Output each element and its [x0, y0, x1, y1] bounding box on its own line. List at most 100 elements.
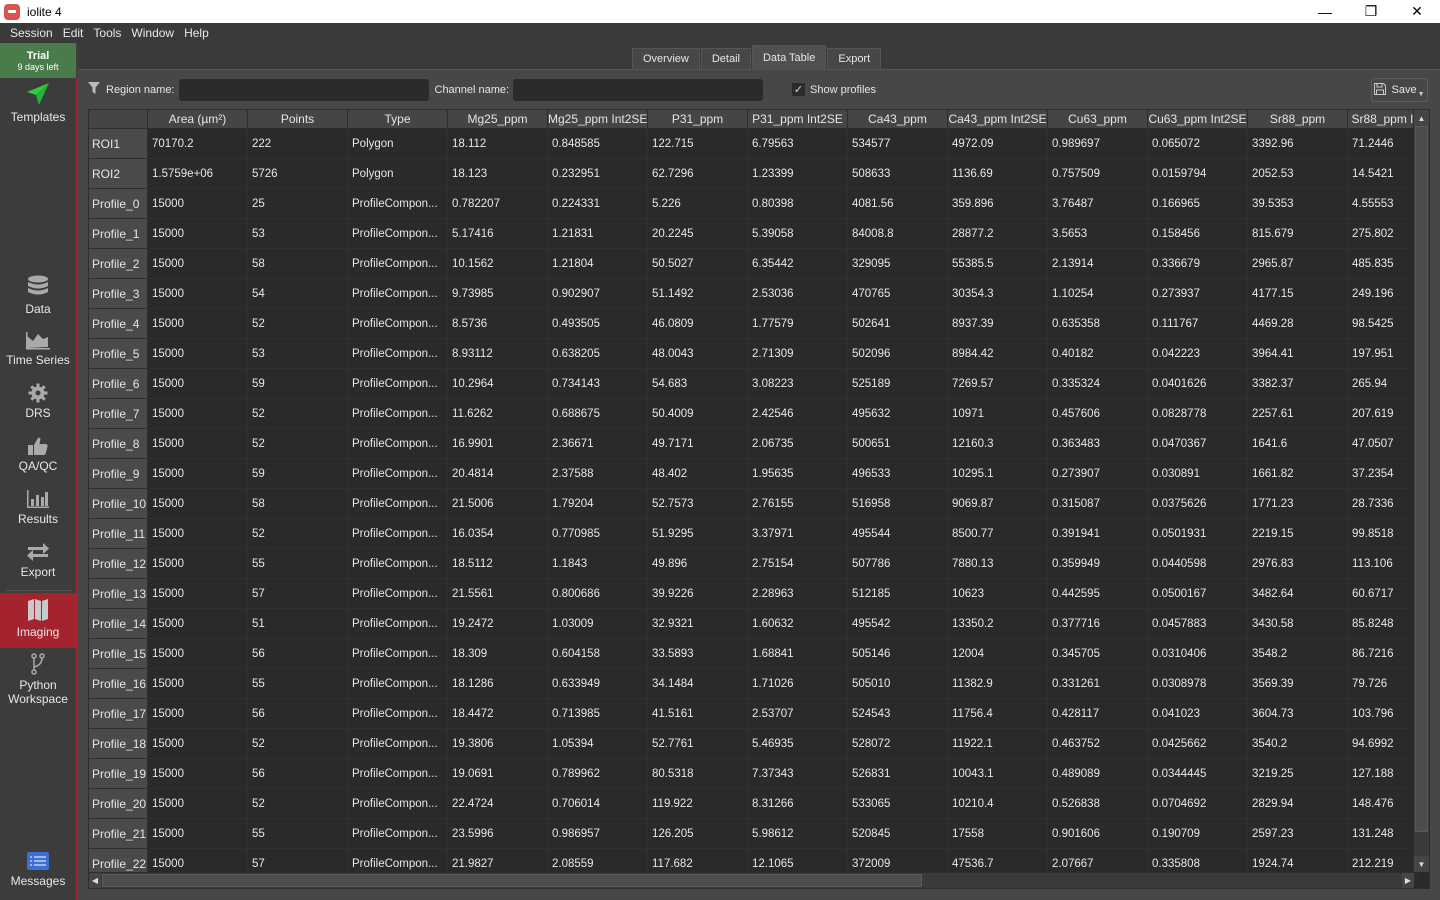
table-cell[interactable]: 2.36671 — [548, 429, 648, 459]
column-header[interactable]: Cu63_ppm Int2SE — [1148, 110, 1248, 129]
table-cell[interactable]: 0.0308978 — [1148, 669, 1248, 699]
table-cell[interactable]: 52 — [248, 789, 348, 819]
table-cell[interactable]: 2.42546 — [748, 399, 848, 429]
table-cell[interactable]: 2.06735 — [748, 429, 848, 459]
table-cell[interactable]: 4081.56 — [848, 189, 948, 219]
table-cell[interactable]: 8.93112 — [448, 339, 548, 369]
table-row[interactable]: ROI1 70170.2 222 Polygon 18.112 0.848585 122.7… — [89, 129, 1418, 159]
table-cell[interactable]: ProfileCompon... — [348, 219, 448, 249]
column-header[interactable]: Ca43_ppm — [848, 110, 948, 129]
table-cell[interactable]: 2052.53 — [1248, 159, 1348, 189]
table-cell[interactable]: 495632 — [848, 399, 948, 429]
table-cell[interactable]: 815.679 — [1248, 219, 1348, 249]
table-cell[interactable]: 508633 — [848, 159, 948, 189]
table-cell[interactable]: 11.6262 — [448, 399, 548, 429]
table-cell[interactable]: 79.726 — [1348, 669, 1418, 699]
table-cell[interactable]: 0.713985 — [548, 699, 648, 729]
table-cell[interactable]: 10.2964 — [448, 369, 548, 399]
table-cell[interactable]: 18.4472 — [448, 699, 548, 729]
table-cell[interactable]: 0.902907 — [548, 279, 648, 309]
table-cell[interactable]: ProfileCompon... — [348, 819, 448, 849]
table-cell[interactable]: 8.5736 — [448, 309, 548, 339]
table-cell[interactable]: 1.68841 — [748, 639, 848, 669]
table-cell[interactable]: 57 — [248, 579, 348, 609]
table-cell[interactable]: 15000 — [148, 369, 248, 399]
table-cell[interactable]: 52 — [248, 429, 348, 459]
table-cell[interactable]: 2.71309 — [748, 339, 848, 369]
table-cell[interactable]: ProfileCompon... — [348, 549, 448, 579]
table-cell[interactable]: 37.2354 — [1348, 459, 1418, 489]
scroll-down-icon[interactable]: ▼ — [1414, 856, 1429, 872]
table-cell[interactable]: 1.21831 — [548, 219, 648, 249]
sidebar-item-data[interactable]: Data — [0, 275, 76, 316]
table-cell[interactable]: 10295.1 — [948, 459, 1048, 489]
table-cell[interactable]: 533065 — [848, 789, 948, 819]
table-cell[interactable]: 0.224331 — [548, 189, 648, 219]
table-cell[interactable]: 15000 — [148, 339, 248, 369]
sidebar-item-drs[interactable]: DRS — [0, 383, 76, 420]
table-cell[interactable]: 33.5893 — [648, 639, 748, 669]
table-cell[interactable]: 0.0457883 — [1148, 609, 1248, 639]
menu-window[interactable]: Window — [126, 26, 179, 40]
table-cell[interactable]: 148.476 — [1348, 789, 1418, 819]
table-cell[interactable]: 7.37343 — [748, 759, 848, 789]
table-cell[interactable]: 18.123 — [448, 159, 548, 189]
table-cell[interactable]: 8500.77 — [948, 519, 1048, 549]
table-cell[interactable]: 3548.2 — [1248, 639, 1348, 669]
table-cell[interactable]: 3392.96 — [1248, 129, 1348, 159]
row-header[interactable]: Profile_1 — [89, 219, 148, 249]
column-header[interactable]: Mg25_ppm — [448, 110, 548, 129]
table-cell[interactable]: 103.796 — [1348, 699, 1418, 729]
table-cell[interactable]: 0.0501931 — [1148, 519, 1248, 549]
table-row[interactable]: Profile_13 15000 57 ProfileCompon... 21.5561… — [89, 579, 1418, 609]
table-cell[interactable]: 3219.25 — [1248, 759, 1348, 789]
table-cell[interactable]: 15000 — [148, 669, 248, 699]
row-header[interactable]: ROI1 — [89, 129, 148, 159]
table-cell[interactable]: 15000 — [148, 729, 248, 759]
tab-detail[interactable]: Detail — [700, 48, 751, 69]
table-cell[interactable]: 2257.61 — [1248, 399, 1348, 429]
column-header[interactable]: P31_ppm — [648, 110, 748, 129]
table-cell[interactable]: 52 — [248, 399, 348, 429]
table-cell[interactable]: 3382.37 — [1248, 369, 1348, 399]
table-cell[interactable]: 4.55553 — [1348, 189, 1418, 219]
table-cell[interactable]: 1.60632 — [748, 609, 848, 639]
table-cell[interactable]: 1.03009 — [548, 609, 648, 639]
table-cell[interactable]: 2829.94 — [1248, 789, 1348, 819]
table-cell[interactable]: 19.0691 — [448, 759, 548, 789]
table-cell[interactable]: 56 — [248, 759, 348, 789]
table-cell[interactable]: 0.800686 — [548, 579, 648, 609]
table-cell[interactable]: ProfileCompon... — [348, 429, 448, 459]
table-row[interactable]: Profile_10 15000 58 ProfileCompon... 21.5006… — [89, 489, 1418, 519]
table-cell[interactable]: 0.463752 — [1048, 729, 1148, 759]
table-cell[interactable]: 51 — [248, 609, 348, 639]
table-cell[interactable]: 0.111767 — [1148, 309, 1248, 339]
table-cell[interactable]: 528072 — [848, 729, 948, 759]
table-cell[interactable]: 1.1843 — [548, 549, 648, 579]
table-cell[interactable]: 54 — [248, 279, 348, 309]
table-cell[interactable]: 1.95635 — [748, 459, 848, 489]
table-cell[interactable]: 11756.4 — [948, 699, 1048, 729]
table-cell[interactable]: 0.0375626 — [1148, 489, 1248, 519]
trial-badge[interactable]: Trial 9 days left — [0, 43, 76, 78]
close-button[interactable]: ✕ — [1394, 0, 1440, 23]
maximize-button[interactable]: ❐ — [1348, 0, 1394, 23]
table-cell[interactable]: 59 — [248, 369, 348, 399]
table-cell[interactable]: 0.604158 — [548, 639, 648, 669]
table-cell[interactable]: 0.757509 — [1048, 159, 1148, 189]
table-cell[interactable]: 10210.4 — [948, 789, 1048, 819]
table-cell[interactable]: 11382.9 — [948, 669, 1048, 699]
sidebar-item-qaqc[interactable]: QA/QC — [0, 436, 76, 473]
table-cell[interactable]: 3569.39 — [1248, 669, 1348, 699]
table-cell[interactable]: 49.7171 — [648, 429, 748, 459]
table-cell[interactable]: 0.0440598 — [1148, 549, 1248, 579]
table-cell[interactable]: 1.77579 — [748, 309, 848, 339]
table-cell[interactable]: ProfileCompon... — [348, 369, 448, 399]
table-cell[interactable]: 15000 — [148, 189, 248, 219]
table-cell[interactable]: 60.6717 — [1348, 579, 1418, 609]
table-cell[interactable]: ProfileCompon... — [348, 699, 448, 729]
table-row[interactable]: Profile_9 15000 59 ProfileCompon... 20.4814 2… — [89, 459, 1418, 489]
row-header[interactable]: Profile_0 — [89, 189, 148, 219]
table-cell[interactable]: 359.896 — [948, 189, 1048, 219]
table-cell[interactable]: 119.922 — [648, 789, 748, 819]
